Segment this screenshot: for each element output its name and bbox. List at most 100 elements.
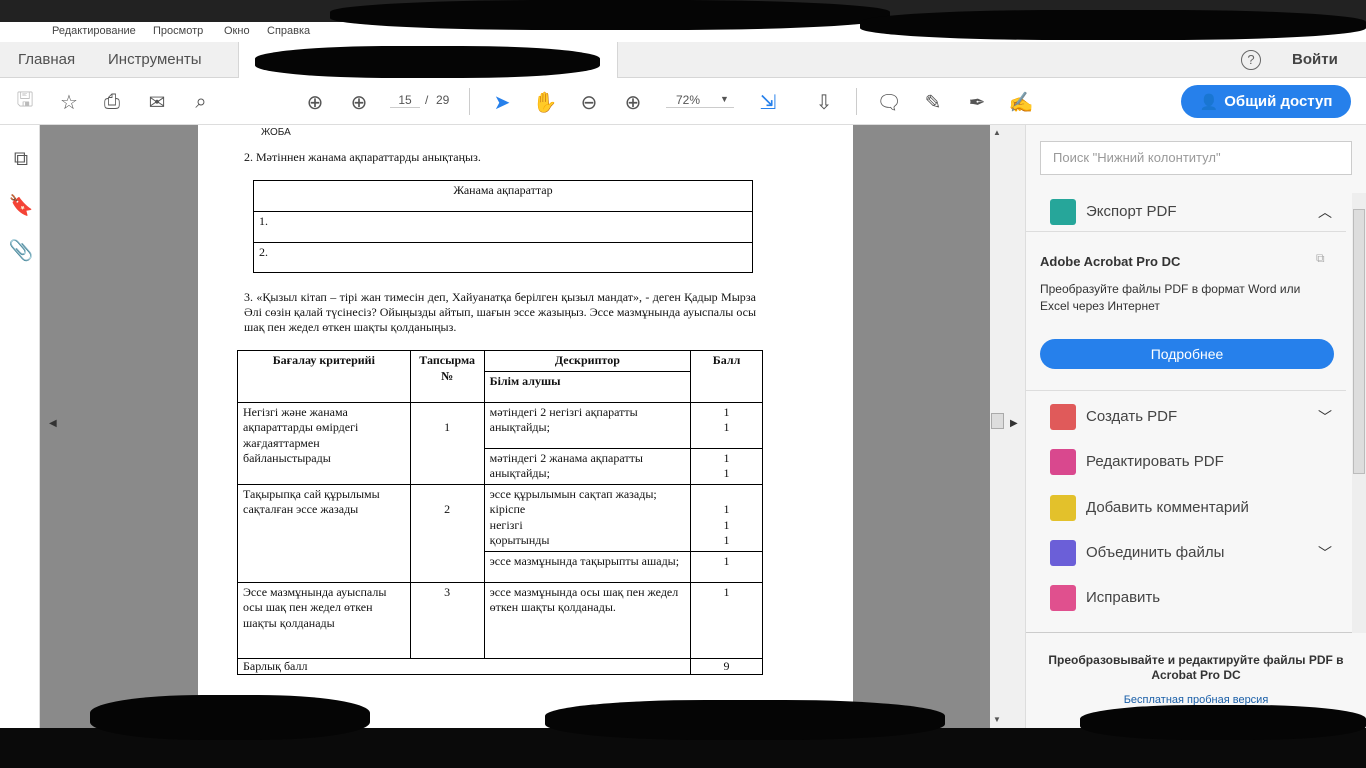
info-table-header: Жанама ақпараттар (254, 181, 752, 212)
online-icon: ⧉ (1316, 251, 1325, 265)
hand-icon[interactable]: ✋ (533, 90, 558, 114)
page-number-input[interactable]: 15 (390, 93, 420, 108)
chevron-down-icon[interactable]: ▼ (720, 94, 729, 104)
task-cell: 1 (409, 401, 485, 485)
mail-icon[interactable]: ✉ (145, 90, 169, 114)
zoom-out-icon[interactable]: ⊖ (577, 90, 601, 114)
chevron-down-icon[interactable]: ﹀ (1318, 407, 1332, 427)
task-cell: 3 (409, 581, 485, 659)
comment-icon (1050, 494, 1076, 521)
next-page-icon[interactable]: ⊕ (347, 90, 371, 114)
panel-scroll-thumb[interactable] (1353, 209, 1365, 474)
redaction-scribble (330, 0, 890, 30)
menu-help[interactable]: Справка (267, 25, 310, 37)
header-criteria: Бағалау критерийі (237, 350, 411, 403)
save-icon[interactable]: 🖫 (13, 89, 37, 114)
criteria-cell: Тақырыпқа сай құрылымы сақталған эссе жа… (237, 483, 411, 583)
criteria-cell: Эссе мазмұнында ауыспалы осы шақ пен жед… (237, 581, 411, 659)
header-score: Балл (690, 350, 763, 403)
tool-export-pdf[interactable]: Экспорт PDF ︿ (1026, 189, 1346, 234)
promo-footer-text: Преобразовывайте и редактируйте файлы PD… (1048, 653, 1344, 682)
chevron-up-icon[interactable]: ︿ (1318, 202, 1332, 222)
pages-icon[interactable]: ⧉ (9, 147, 33, 171)
redaction-scribble (255, 46, 600, 78)
menu-window[interactable]: Окно (224, 25, 250, 37)
help-icon[interactable]: ? (1241, 50, 1261, 70)
share-button[interactable]: 👤 Общий доступ (1181, 85, 1351, 118)
sign-icon[interactable]: ✒ (965, 90, 989, 114)
signin-link[interactable]: Войти (1292, 51, 1338, 68)
menu-edit[interactable]: Редактирование (52, 25, 136, 37)
tool-add-comment[interactable]: Добавить комментарий (1026, 485, 1346, 530)
score-cell: 1 (690, 550, 763, 583)
zoom-in-icon[interactable]: ⊕ (621, 90, 645, 114)
tool-edit-pdf[interactable]: Редактировать PDF (1026, 439, 1346, 484)
scroll-up-icon[interactable]: ▲ (993, 128, 1001, 137)
tool-label: Исправить (1086, 589, 1161, 606)
toolbar: 🖫 ☆ ⎙ ✉ ⌕ ⊕ ⊕ 15 / 29 ➤ ✋ ⊖ ⊕ 72% ▼ ⇲ ⇩ … (0, 78, 1366, 125)
collapse-left-icon[interactable]: ◀ (49, 418, 57, 429)
page-total: 29 (436, 93, 450, 107)
print-icon[interactable]: ⎙ (100, 90, 124, 114)
descriptor-cell: мәтіндегі 2 жанама ақпаратты анықтайды; (483, 447, 692, 485)
combine-files-icon (1050, 539, 1076, 566)
page-fit-icon[interactable]: ⇲ (756, 90, 780, 114)
score-cell: 1 1 (690, 401, 763, 449)
prev-page-icon[interactable]: ⊕ (303, 90, 327, 114)
scroll-mode-icon[interactable]: ⇩ (812, 90, 836, 114)
search-icon[interactable]: ⌕ (189, 90, 213, 114)
scroll-thumb[interactable] (991, 413, 1004, 429)
menu-view[interactable]: Просмотр (153, 25, 203, 37)
tool-label: Добавить комментарий (1086, 499, 1249, 516)
document-scrollbar[interactable]: ▲ ▼ (990, 125, 1005, 728)
tool-fix[interactable]: Исправить (1026, 575, 1346, 620)
tool-label: Объединить файлы (1086, 544, 1225, 561)
create-pdf-icon (1050, 403, 1076, 430)
tool-create-pdf[interactable]: Создать PDF ﹀ (1026, 394, 1346, 439)
redaction-scribble (1080, 705, 1366, 740)
panel-scrollbar[interactable] (1352, 193, 1366, 633)
redaction-scribble (545, 700, 945, 740)
score-cell: 1 1 1 (690, 483, 763, 552)
descriptor-cell: эссе мазмұнында тақырыпты ашады; (483, 550, 692, 583)
chevron-down-icon[interactable]: ﹀ (1318, 543, 1332, 563)
tool-label: Экспорт PDF (1086, 203, 1177, 220)
scroll-down-icon[interactable]: ▼ (993, 715, 1001, 724)
bookmark-icon[interactable]: 🔖 (9, 193, 34, 217)
tool-label: Создать PDF (1086, 408, 1178, 425)
select-cursor-icon[interactable]: ➤ (490, 90, 514, 114)
score-cell: 1 1 (690, 447, 763, 485)
criteria-cell: Негізгі және жанама ақпараттарды өмірдег… (237, 401, 411, 485)
header-descriptor-sub: Білім алушы (483, 370, 692, 403)
total-label: Барлық балл (236, 657, 692, 675)
total-score: 9 (690, 657, 763, 675)
info-table-row: 1. (254, 212, 752, 243)
tab-home[interactable]: Главная (18, 51, 75, 68)
tab-tools[interactable]: Инструменты (108, 51, 202, 68)
tool-combine-files[interactable]: Объединить файлы ﹀ (1026, 530, 1346, 575)
descriptor-cell: эссе құрылымын сақтап жазады; кіріспе не… (483, 483, 692, 552)
learn-more-button[interactable]: Подробнее (1040, 339, 1334, 369)
tool-label: Редактировать PDF (1086, 453, 1224, 470)
task-cell: 2 (409, 483, 485, 583)
redaction-scribble (90, 695, 370, 740)
header-task: Тапсырма № (409, 350, 485, 403)
share-label: Общий доступ (1224, 93, 1333, 110)
fill-sign-icon[interactable]: ✍ (1009, 90, 1034, 114)
pen-icon (1050, 584, 1076, 611)
pdf-page: ЖОБА 2. Мәтіннен жанама ақпараттарды аны… (198, 125, 853, 728)
add-user-icon: 👤 (1199, 93, 1219, 111)
highlight-icon[interactable]: ✎ (921, 90, 945, 114)
export-pdf-icon (1050, 198, 1076, 225)
edit-pdf-icon (1050, 448, 1076, 475)
panel-toggle[interactable]: ▶ (1005, 125, 1025, 728)
tools-search-input[interactable]: Поиск "Нижний колонтитул" (1040, 141, 1352, 175)
info-table: Жанама ақпараттар 1. 2. (253, 180, 753, 273)
left-rail: ⧉ 🔖 📎 (0, 125, 40, 728)
attachment-icon[interactable]: 📎 (9, 238, 34, 262)
star-icon[interactable]: ☆ (57, 90, 81, 114)
question-2: 2. Мәтіннен жанама ақпараттарды анықтаңы… (244, 150, 481, 164)
comment-icon[interactable]: 🗨 (876, 90, 901, 114)
collapse-right-icon[interactable]: ▶ (1010, 418, 1018, 429)
promo-text: Преобразуйте файлы PDF в формат Word или… (1040, 282, 1301, 313)
